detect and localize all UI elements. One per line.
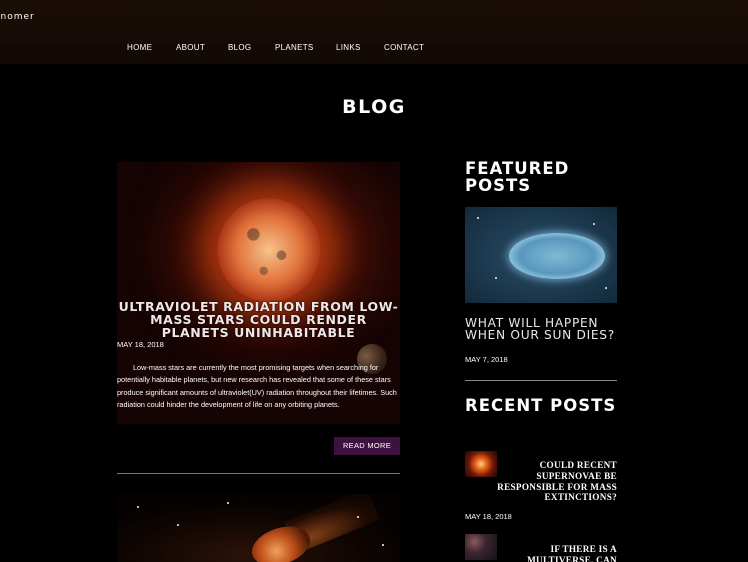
nav-contact[interactable]: CONTACT <box>384 43 424 52</box>
page-title: BLOG <box>342 96 406 118</box>
featured-posts-heading: FEATURED POSTS <box>465 159 570 195</box>
recent-post-title[interactable]: IF THERE IS A MULTIVERSE, CAN <box>488 544 617 562</box>
planetary-nebula-graphic <box>509 233 605 279</box>
star-dot <box>477 217 479 219</box>
star-dot <box>357 516 359 518</box>
nav-links[interactable]: LINKS <box>336 43 361 52</box>
nav-about[interactable]: ABOUT <box>176 43 205 52</box>
site-logo[interactable]: onomer <box>0 12 35 22</box>
recent-posts-heading: RECENT POSTS <box>465 396 617 415</box>
featured-post-date: MAY 7, 2018 <box>465 355 508 364</box>
nav-planets[interactable]: PLANETS <box>275 43 314 52</box>
recent-post-date: MAY 18, 2018 <box>465 512 512 521</box>
star-dot <box>382 544 384 546</box>
star-dot <box>227 502 229 504</box>
star-dot <box>177 524 179 526</box>
site-header: onomer HOME ABOUT BLOG PLANETS LINKS CON… <box>0 0 748 64</box>
star-dot <box>605 287 607 289</box>
main-nav: HOME ABOUT BLOG PLANETS LINKS CONTACT <box>0 43 748 55</box>
second-post-image[interactable] <box>117 494 400 562</box>
nav-blog[interactable]: BLOG <box>228 43 251 52</box>
read-more-button[interactable]: READ MORE <box>334 437 400 455</box>
main-post-date: MAY 18, 2018 <box>117 340 164 349</box>
star-dot <box>137 506 139 508</box>
featured-post-image[interactable] <box>465 207 617 303</box>
star-dot <box>593 223 595 225</box>
main-post-excerpt: Low-mass stars are currently the most pr… <box>117 363 397 410</box>
post-divider <box>117 473 400 474</box>
main-post-card[interactable]: ULTRAVIOLET RADIATION FROM LOW-MASS STAR… <box>117 162 400 424</box>
sun-image <box>217 198 321 302</box>
main-post-title[interactable]: ULTRAVIOLET RADIATION FROM LOW-MASS STAR… <box>117 300 400 339</box>
nav-home[interactable]: HOME <box>127 43 152 52</box>
featured-post-title[interactable]: WHAT WILL HAPPEN WHEN OUR SUN DIES? <box>465 317 625 341</box>
recent-post-title[interactable]: COULD RECENT SUPERNOVAE BE RESPONSIBLE F… <box>488 460 617 503</box>
sidebar-divider <box>465 380 617 381</box>
star-dot <box>495 277 497 279</box>
